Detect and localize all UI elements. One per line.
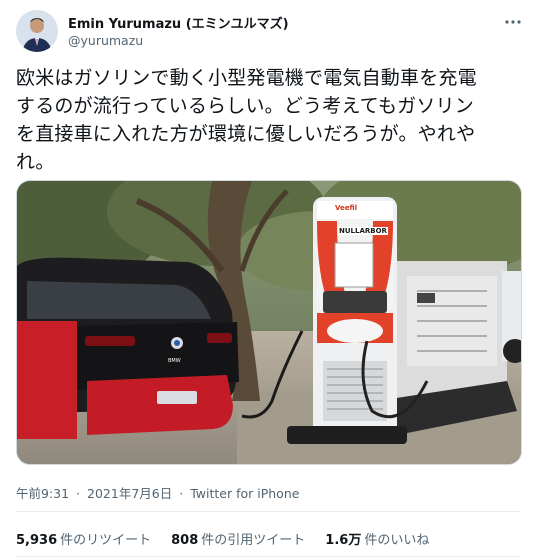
quote-count-link[interactable]: 808 件の引用ツイート	[171, 529, 305, 548]
divider	[16, 511, 520, 512]
tweet-text-line: するのが流行っているらしい。どう考えてもガソリン	[16, 95, 474, 117]
user-handle[interactable]: @yurumazu	[68, 33, 143, 48]
tweet-meta: 午前9:31 · 2021年7月6日 · Twitter for iPhone	[16, 483, 299, 502]
divider	[16, 556, 520, 557]
tweet-text-line: れ。	[16, 151, 55, 173]
retweet-label: 件のリツイート	[60, 533, 152, 548]
like-count-link[interactable]: 1.6万 件のいいね	[325, 529, 429, 548]
tweet-card: Emin Yurumazu (エミンユルマズ) @yurumazu 欧米はガソリ…	[0, 0, 535, 558]
quote-count: 808	[171, 533, 199, 548]
quote-label: 件の引用ツイート	[201, 533, 306, 548]
like-label: 件のいいね	[364, 533, 430, 548]
engagement-stats: 5,936 件のリツイート 808 件の引用ツイート 1.6万 件のいいね	[16, 529, 429, 548]
charger-brand-text: NULLARBOR	[338, 227, 388, 235]
avatar-portrait-icon	[16, 10, 58, 52]
tweet-text-line: 欧米はガソリンで動く小型発電機で電気自動車を充電	[16, 67, 477, 89]
charger-logo-text: Veefil	[335, 204, 358, 212]
display-name[interactable]: Emin Yurumazu (エミンユルマズ)	[68, 13, 289, 32]
tweet-source[interactable]: Twitter for iPhone	[190, 486, 299, 501]
retweet-count-link[interactable]: 5,936 件のリツイート	[16, 529, 151, 548]
tweet-text-line: を直接車に入れた方が環境に優しいだろうが。やれや	[16, 123, 476, 145]
tweet-text: 欧米はガソリンで動く小型発電機で電気自動車を充電 するのが流行っているらしい。ど…	[16, 64, 521, 176]
meta-separator: ·	[76, 486, 81, 501]
car-logo-text: BMW	[168, 358, 181, 364]
meta-separator: ·	[179, 486, 184, 501]
like-count: 1.6万	[325, 533, 362, 548]
more-dots-icon	[505, 20, 521, 24]
more-options-button[interactable]	[498, 8, 528, 36]
avatar[interactable]	[16, 10, 58, 52]
tweet-photo[interactable]: Veefil NULLARBOR BMW	[16, 180, 522, 465]
tweet-time[interactable]: 午前9:31	[16, 486, 69, 501]
retweet-count: 5,936	[16, 533, 58, 548]
tweet-date[interactable]: 2021年7月6日	[87, 486, 172, 501]
photo-illustration	[17, 181, 521, 464]
